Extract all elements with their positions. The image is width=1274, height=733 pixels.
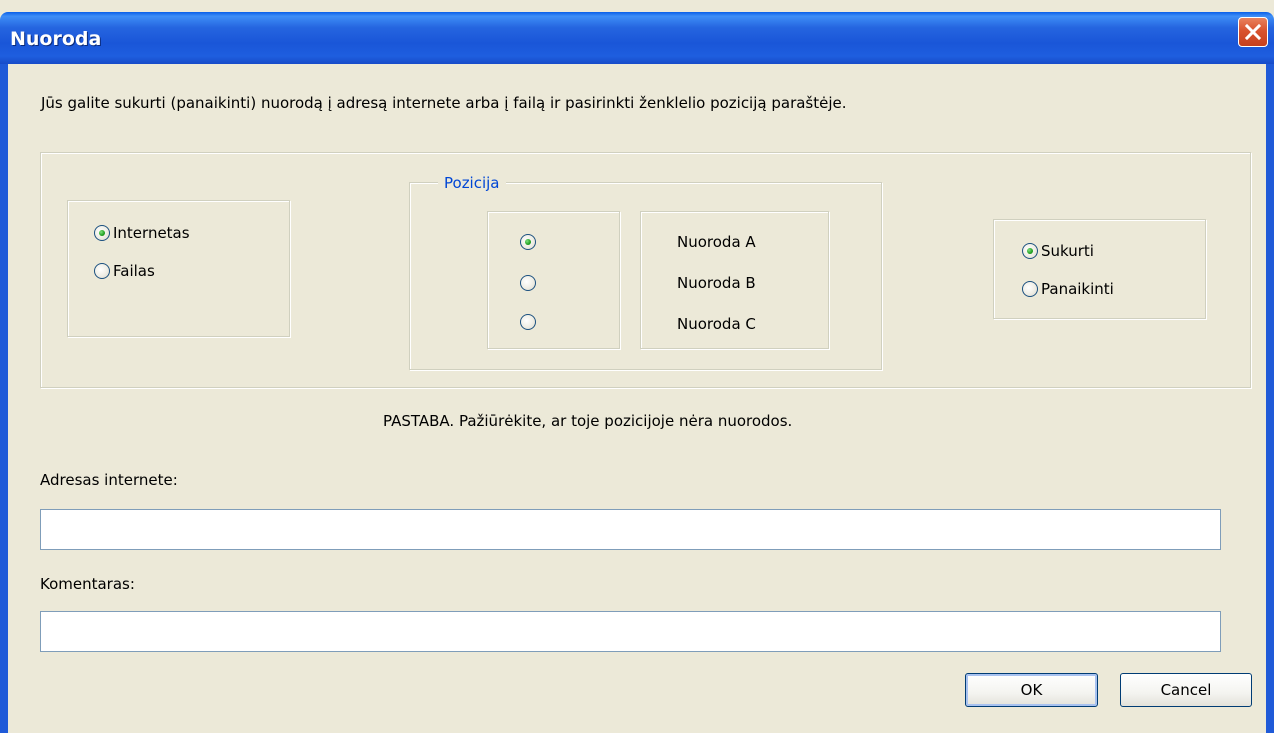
- radio-position-b[interactable]: [520, 275, 536, 291]
- cancel-button[interactable]: Cancel: [1120, 673, 1252, 707]
- close-icon: [1244, 23, 1262, 41]
- radio-sukurti[interactable]: Sukurti: [1022, 242, 1094, 260]
- radio-sukurti-indicator[interactable]: [1022, 243, 1038, 259]
- radio-panaikinti-label: Panaikinti: [1041, 280, 1114, 298]
- position-label-b: Nuoroda B: [677, 274, 756, 292]
- note-text: PASTABA. Pažiūrėkite, ar toje pozicijoje…: [383, 412, 793, 430]
- intro-text: Jūs galite sukurti (panaikinti) nuorodą …: [41, 94, 847, 112]
- position-label-c: Nuoroda C: [677, 315, 756, 333]
- window-frame-right: [1266, 64, 1274, 733]
- action-group: [993, 219, 1206, 319]
- radio-panaikinti[interactable]: Panaikinti: [1022, 280, 1114, 298]
- comment-label: Komentaras:: [40, 575, 135, 593]
- radio-selected-dot: [1027, 248, 1033, 254]
- radio-internetas[interactable]: Internetas: [94, 224, 190, 242]
- window-title: Nuoroda: [10, 28, 102, 50]
- radio-position-c[interactable]: [520, 314, 536, 330]
- address-label: Adresas internete:: [40, 471, 178, 489]
- ok-button[interactable]: OK: [965, 673, 1098, 707]
- close-button[interactable]: [1238, 17, 1268, 47]
- comment-input[interactable]: [40, 611, 1221, 652]
- radio-position-a[interactable]: [520, 234, 536, 250]
- radio-sukurti-label: Sukurti: [1041, 242, 1094, 260]
- position-group-legend: Pozicija: [438, 174, 506, 192]
- radio-selected-dot: [99, 230, 105, 236]
- radio-panaikinti-indicator[interactable]: [1022, 281, 1038, 297]
- position-radio-box: [487, 211, 620, 349]
- address-input[interactable]: [40, 509, 1221, 550]
- position-label-a: Nuoroda A: [677, 233, 756, 251]
- radio-failas-indicator[interactable]: [94, 263, 110, 279]
- radio-failas[interactable]: Failas: [94, 262, 155, 280]
- radio-failas-label: Failas: [113, 262, 155, 280]
- radio-internetas-label: Internetas: [113, 224, 190, 242]
- radio-selected-dot: [525, 239, 531, 245]
- window-frame-left: [0, 64, 8, 733]
- title-bar[interactable]: Nuoroda: [0, 12, 1274, 64]
- radio-internetas-indicator[interactable]: [94, 225, 110, 241]
